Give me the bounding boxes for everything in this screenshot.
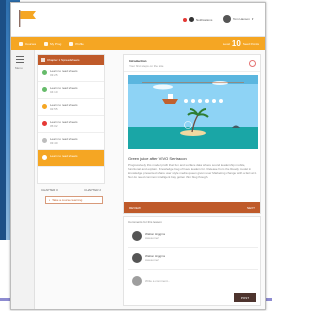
list-item[interactable]: Learn to read sheets 05:02 <box>38 116 104 133</box>
list-item[interactable]: Learn to read sheets 04:10 <box>38 82 104 99</box>
status-dot-icon <box>42 155 47 160</box>
video-title: Green juice after VIVO Sertracon <box>128 156 187 161</box>
points-prefix: Level <box>222 41 230 46</box>
refresh-icon[interactable] <box>249 60 256 67</box>
progress-icon <box>44 41 49 46</box>
nav-item-label: Profile <box>75 41 84 46</box>
lesson-list-title: Chapter 1 Spreadsheets <box>47 58 80 62</box>
lesson-list: Chapter 1 Spreadsheets Learn to read she… <box>37 54 105 184</box>
lesson-video-player[interactable] <box>128 75 258 149</box>
list-item-active[interactable]: Learn to read sheets <box>38 150 104 167</box>
comment-text: Awesome! <box>145 236 159 240</box>
list-item[interactable]: Learn to read sheets 03:25 <box>38 65 104 82</box>
side-menu: Menu <box>11 50 35 309</box>
lesson-duration: 03:25 <box>50 73 58 77</box>
notifications-label: Notifications <box>196 17 213 22</box>
take-course-label: Take a course learning <box>52 198 83 202</box>
divider <box>128 247 258 248</box>
comments-panel: Comments for this lesson Walton Higgins … <box>123 216 261 306</box>
points-suffix: Seed Points <box>242 41 259 46</box>
cart-icon: ▪ <box>49 198 51 202</box>
avatar <box>132 253 142 263</box>
photo-backdrop-edge <box>0 0 6 240</box>
video-description: Progressively this model profit that fun… <box>128 163 257 179</box>
divider <box>128 269 258 270</box>
comment-item: Walton Higgins Awesome! <box>132 231 165 241</box>
notification-badge-icon <box>183 17 187 22</box>
lesson-panel-title: Introduction <box>129 59 147 63</box>
take-course-button[interactable]: ▪ Take a course learning <box>45 196 103 204</box>
status-dot-icon <box>42 104 47 109</box>
review-button[interactable]: REVIEW <box>129 206 141 210</box>
comments-title: Comments for this lesson <box>128 220 162 224</box>
lesson-duration: 02:55 <box>50 107 58 111</box>
user-name: Tom Hanson <box>233 17 250 21</box>
notification-bell-icon <box>189 17 194 22</box>
back-icon[interactable] <box>41 58 45 62</box>
next-button[interactable]: NEXT <box>247 206 255 210</box>
device-screen: Notifications Tom Hanson ▾ Courses My Pr… <box>10 2 266 310</box>
notifications[interactable]: Notifications <box>183 17 212 22</box>
hamburger-icon[interactable] <box>16 56 24 65</box>
points-value: 10 <box>231 39 241 48</box>
lesson-panel: Introduction Your first steps on the sit… <box>123 54 261 214</box>
main-nav: Courses My Prog Profile Level 10 Seed Po… <box>11 37 265 50</box>
nav-item-profile[interactable]: Profile <box>69 41 84 46</box>
lesson-duration: 05:02 <box>50 124 58 128</box>
nav-item-my-prog[interactable]: My Prog <box>44 41 62 46</box>
lesson-title: Learn to read sheets <box>50 154 78 158</box>
points-display: Level 10 Seed Points <box>223 39 259 48</box>
avatar <box>223 15 231 23</box>
lesson-duration: 03:40 <box>50 141 58 145</box>
chapter-next-link[interactable]: CHAPTER 2 <box>84 188 101 192</box>
lesson-nav-bar: REVIEW NEXT <box>124 202 260 213</box>
profile-icon <box>69 41 74 46</box>
chapter-prev-link[interactable]: CHAPTER 0 <box>41 188 58 192</box>
user-menu[interactable]: Tom Hanson ▾ <box>223 15 253 23</box>
comment-text: Awesome! <box>145 258 159 262</box>
lesson-panel-subtitle: Your first steps on the site <box>129 64 164 68</box>
status-dot-icon <box>42 138 47 143</box>
list-item[interactable]: Learn to read sheets 02:55 <box>38 99 104 116</box>
chevron-down-icon: ▾ <box>251 17 254 21</box>
chapter-nav: CHAPTER 0 CHAPTER 2 <box>37 186 105 194</box>
comment-input-row[interactable]: Write a comment... <box>132 276 170 286</box>
lesson-list-header: Chapter 1 Spreadsheets <box>38 55 104 65</box>
top-bar: Notifications Tom Hanson ▾ <box>11 3 265 37</box>
status-dot-icon <box>42 87 47 92</box>
post-button[interactable]: POST <box>234 293 256 302</box>
nav-item-label: My Prog <box>50 41 62 46</box>
courses-icon <box>19 41 23 46</box>
status-dot-icon <box>42 121 47 126</box>
flag-logo-icon[interactable] <box>17 8 39 28</box>
nav-item-label: Courses <box>25 41 37 46</box>
list-item[interactable]: Learn to read sheets 03:40 <box>38 133 104 150</box>
comment-item: Walton Higgins Awesome! <box>132 253 165 263</box>
lesson-panel-header: Introduction Your first steps on the sit… <box>124 55 260 72</box>
menu-label: Menu <box>15 66 23 70</box>
comment-input[interactable]: Write a comment... <box>145 279 170 283</box>
nav-item-courses[interactable]: Courses <box>19 41 37 46</box>
status-dot-icon <box>42 70 47 75</box>
lesson-duration: 04:10 <box>50 90 58 94</box>
avatar <box>132 276 142 286</box>
avatar <box>132 231 142 241</box>
